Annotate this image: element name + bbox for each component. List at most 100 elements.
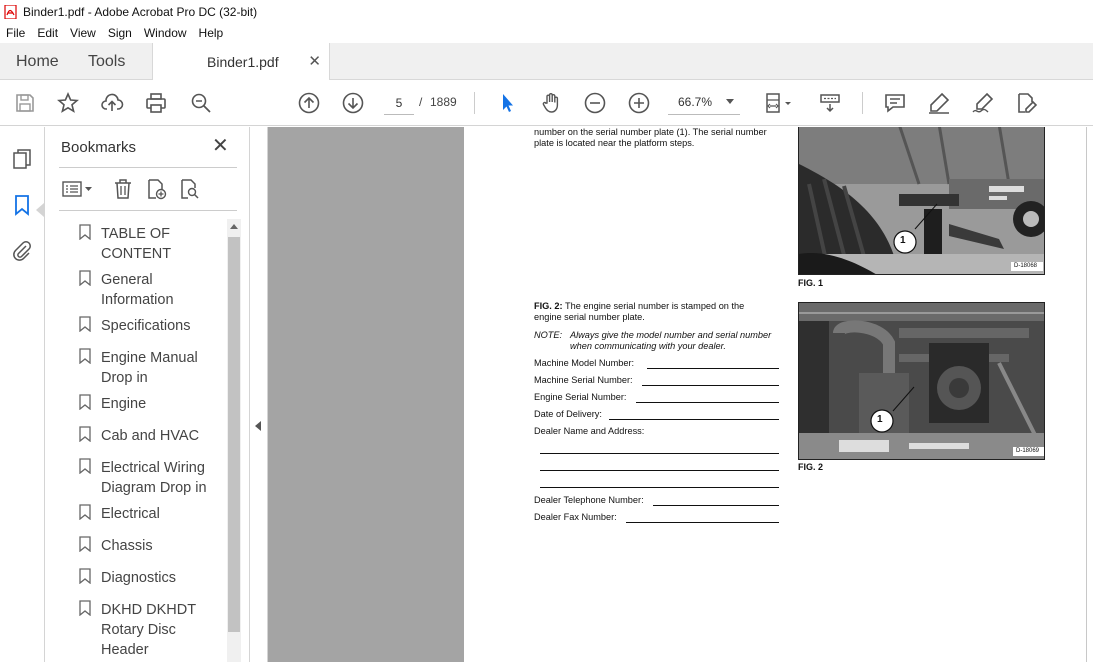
form-field-serial: Machine Serial Number: <box>534 375 779 387</box>
toolbar-divider <box>474 92 475 114</box>
form-field-model: Machine Model Number: <box>534 358 779 370</box>
field-label: Dealer Name and Address: <box>534 426 645 436</box>
menu-file[interactable]: File <box>0 26 31 40</box>
edit-pdf-icon[interactable] <box>1013 90 1039 116</box>
hand-tool-icon[interactable] <box>538 90 564 116</box>
menu-sign[interactable]: Sign <box>102 26 138 40</box>
bookmark-icon <box>79 536 91 552</box>
print-icon[interactable] <box>143 90 169 116</box>
field-line <box>647 368 779 369</box>
toolbar-divider <box>862 92 863 114</box>
bookmark-icon <box>79 316 91 332</box>
bookmark-label: Engine <box>101 396 147 412</box>
bookmarks-panel-title: Bookmarks <box>61 139 137 156</box>
field-label: Date of Delivery: <box>534 409 602 419</box>
page-fit-icon[interactable] <box>762 90 798 116</box>
find-bookmark-icon[interactable] <box>177 177 201 201</box>
field-label: Dealer Fax Number: <box>534 512 617 522</box>
machine-photo-image <box>799 127 1044 274</box>
window-title: Binder1.pdf - Adobe Acrobat Pro DC (32-b… <box>23 4 258 19</box>
previous-page-icon[interactable] <box>296 90 322 116</box>
menu-edit[interactable]: Edit <box>31 26 64 40</box>
bookmark-label: Chassis <box>101 538 153 554</box>
tab-document[interactable]: Binder1.pdf ✕ <box>152 43 330 81</box>
chevron-down-icon <box>726 99 734 104</box>
save-icon[interactable] <box>12 90 38 116</box>
bookmark-icon <box>79 348 91 364</box>
form-field-engine-serial: Engine Serial Number: <box>534 392 779 404</box>
zoom-search-icon[interactable] <box>188 90 214 116</box>
address-line <box>540 453 779 454</box>
bookmarks-scrollbar[interactable] <box>227 219 241 662</box>
panel-divider <box>59 210 237 211</box>
field-line <box>626 522 779 523</box>
zoom-level-dropdown[interactable]: 66.7% <box>668 91 740 115</box>
cloud-upload-icon[interactable] <box>99 90 125 116</box>
figure-2-callout: 1 <box>877 414 883 425</box>
page-thumbnails-icon[interactable] <box>10 147 36 173</box>
field-label: Machine Model Number: <box>534 358 635 368</box>
delete-bookmark-icon[interactable] <box>111 177 135 201</box>
bookmark-options-icon[interactable] <box>61 177 95 201</box>
collapse-panel-arrow-icon[interactable] <box>255 421 261 431</box>
bookmark-label: Electrical Wiring Diagram Drop in <box>101 460 207 496</box>
highlight-pen-icon[interactable] <box>926 90 952 116</box>
tab-bar: Home Tools Binder1.pdf ✕ <box>0 43 1093 81</box>
bookmark-icon <box>79 458 91 474</box>
zoom-out-icon[interactable] <box>582 90 608 116</box>
address-line <box>540 470 779 471</box>
tab-tools[interactable]: Tools <box>88 53 125 71</box>
menu-help[interactable]: Help <box>193 26 230 40</box>
comment-icon[interactable] <box>882 90 908 116</box>
field-label: Machine Serial Number: <box>534 375 633 385</box>
panel-collapse-strip[interactable] <box>250 127 268 662</box>
page-edge-line <box>1086 127 1087 662</box>
figure-1-ref: D-18068 <box>1014 263 1038 269</box>
menu-window[interactable]: Window <box>138 26 193 40</box>
close-panel-icon[interactable]: ✕ <box>212 136 229 156</box>
field-label: Engine Serial Number: <box>534 392 627 402</box>
fig2-desc-label: FIG. 2: <box>534 301 563 311</box>
menu-view[interactable]: View <box>64 26 102 40</box>
bookmark-label: Diagnostics <box>101 570 176 586</box>
field-line <box>653 505 779 506</box>
close-tab-icon[interactable]: ✕ <box>308 52 321 70</box>
document-viewport[interactable]: number on the serial number plate (1). T… <box>268 127 1093 662</box>
bookmark-label: Cab and HVAC <box>101 428 200 444</box>
field-line <box>642 385 779 386</box>
select-cursor-icon[interactable] <box>494 90 520 116</box>
left-navigation-rail <box>0 127 45 662</box>
draw-sign-icon[interactable] <box>970 90 996 116</box>
tab-home[interactable]: Home <box>16 53 59 71</box>
tab-document-label: Binder1.pdf <box>207 54 279 70</box>
attachments-paperclip-icon[interactable] <box>10 239 36 265</box>
bookmark-label: Engine Manual Drop in <box>101 350 198 386</box>
note-text-line: when communicating with your dealer. <box>570 341 726 351</box>
bookmark-label: DKHD DKHDT Rotary Disc Header <box>101 602 196 658</box>
star-icon[interactable] <box>55 90 81 116</box>
zoom-in-icon[interactable] <box>626 90 652 116</box>
bookmark-icon <box>79 426 91 442</box>
pdf-page: number on the serial number plate (1). T… <box>464 127 1093 662</box>
figure-1-callout: 1 <box>900 235 906 246</box>
bookmarks-toolbar <box>59 175 237 203</box>
bookmark-label: Specifications <box>101 318 191 334</box>
form-field-fax: Dealer Fax Number: <box>534 512 779 524</box>
scrollbar-thumb[interactable] <box>228 237 240 632</box>
new-bookmark-icon[interactable] <box>144 177 168 201</box>
next-page-icon[interactable] <box>340 90 366 116</box>
intro-text-line: number on the serial number plate (1). T… <box>534 127 767 137</box>
page-number-input[interactable] <box>384 91 414 115</box>
scroll-mode-icon[interactable] <box>817 90 843 116</box>
bookmarks-panel-icon[interactable] <box>10 193 36 219</box>
active-panel-marker <box>36 203 44 217</box>
form-field-telephone: Dealer Telephone Number: <box>534 495 779 507</box>
figure-1-caption: FIG. 1 <box>798 278 824 288</box>
panel-divider <box>59 167 237 168</box>
field-line <box>636 402 779 403</box>
bookmark-icon <box>79 394 91 410</box>
figure-2-ref: D-18069 <box>1016 448 1040 454</box>
scroll-up-arrow-icon[interactable] <box>230 224 238 229</box>
zoom-level-value: 66.7% <box>678 95 713 109</box>
bookmark-label: Electrical <box>101 506 160 522</box>
